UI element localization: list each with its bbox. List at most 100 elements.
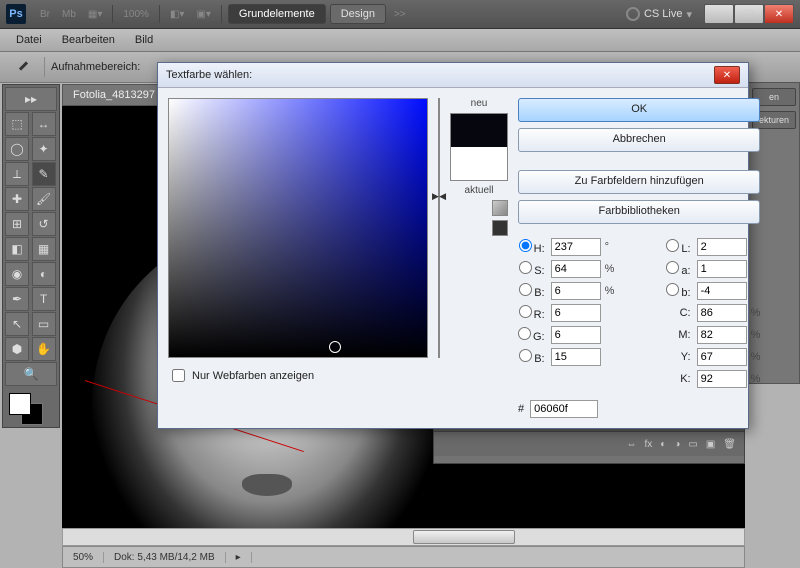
workspace-design[interactable]: Design <box>330 4 386 24</box>
color-value-fields: H:° L: S:% a: B:% b: R: C:% G: M:% B: Y:… <box>518 238 760 388</box>
input-k[interactable] <box>697 370 747 388</box>
cslive-icon <box>626 7 640 21</box>
input-y[interactable] <box>697 348 747 366</box>
mb-icon[interactable]: Mb <box>56 7 82 22</box>
input-l[interactable] <box>697 238 747 256</box>
eyedropper-icon <box>14 59 30 75</box>
tool-shape[interactable]: ▭ <box>32 312 56 336</box>
hex-label: # <box>518 403 524 415</box>
dialog-close-button[interactable]: ✕ <box>714 66 740 84</box>
radio-l[interactable] <box>666 239 679 252</box>
menu-bar: Datei Bearbeiten Bild <box>0 29 800 52</box>
input-s[interactable] <box>551 260 601 278</box>
document-tab[interactable]: Fotolia_4813297 <box>62 84 166 106</box>
tool-3d[interactable]: ⬢ <box>5 337 29 361</box>
window-minimize[interactable]: ─ <box>704 4 734 24</box>
radio-g[interactable] <box>518 327 531 340</box>
saturation-value-field[interactable] <box>168 98 428 358</box>
br-icon[interactable]: Br <box>34 7 56 22</box>
screen-mode-icon[interactable]: ◧▾ <box>164 7 190 22</box>
adjust-icon[interactable]: ◑ <box>674 439 680 450</box>
new-layer-icon[interactable]: ▣ <box>706 439 715 450</box>
fx-icon[interactable]: fx <box>645 439 653 450</box>
ok-button[interactable]: OK <box>518 98 760 122</box>
radio-bv[interactable] <box>519 283 532 296</box>
link-icon[interactable]: ⇔ <box>627 439 637 450</box>
input-bv[interactable] <box>551 282 601 300</box>
mask-icon[interactable]: ◐ <box>660 439 666 450</box>
options-label: Aufnahmebereich: <box>51 61 140 73</box>
tool-eraser[interactable]: ◧ <box>5 237 29 261</box>
color-swatches[interactable] <box>5 391 57 425</box>
cslive-label[interactable]: CS Live <box>644 8 683 20</box>
tool-eyedropper[interactable]: ✎ <box>32 162 56 186</box>
view-mode-icon[interactable]: ▣▾ <box>190 7 216 22</box>
tool-pen[interactable]: ✒ <box>5 287 29 311</box>
arrange-icon[interactable]: ▦▾ <box>82 7 108 22</box>
menu-bild[interactable]: Bild <box>125 32 163 48</box>
tool-lasso[interactable]: ◯ <box>5 137 29 161</box>
radio-a[interactable] <box>666 261 679 274</box>
tool-zoom[interactable]: 🔍 <box>5 362 57 386</box>
folder-icon[interactable]: ▭ <box>688 439 697 450</box>
add-swatch-button[interactable]: Zu Farbfeldern hinzufügen <box>518 170 760 194</box>
menu-datei[interactable]: Datei <box>6 32 52 48</box>
status-docsize: Dok: 5,43 MB/14,2 MB <box>104 552 226 563</box>
dialog-titlebar[interactable]: Textfarbe wählen: ✕ <box>158 63 748 88</box>
cancel-button[interactable]: Abbrechen <box>518 128 760 152</box>
window-close[interactable]: ✕ <box>764 4 794 24</box>
radio-b[interactable] <box>666 283 679 296</box>
tool-blur[interactable]: ◉ <box>5 262 29 286</box>
workspace-more[interactable]: >> <box>388 7 412 22</box>
tool-dodge[interactable]: ◐ <box>32 262 56 286</box>
tool-move[interactable]: ⬚ <box>5 112 29 136</box>
radio-s[interactable] <box>519 261 532 274</box>
web-colors-checkbox[interactable]: Nur Webfarben anzeigen <box>168 366 428 385</box>
radio-bb[interactable] <box>519 349 532 362</box>
workspace-grundelemente[interactable]: Grundelemente <box>228 4 326 24</box>
input-h[interactable] <box>551 238 601 256</box>
horizontal-scrollbar[interactable] <box>62 528 745 546</box>
status-zoom[interactable]: 50% <box>63 552 104 563</box>
tool-gradient[interactable]: ▦ <box>32 237 56 261</box>
toolbox-handle[interactable]: ▸▸ <box>5 87 57 111</box>
window-maximize[interactable]: ☐ <box>734 4 764 24</box>
menu-bearbeiten[interactable]: Bearbeiten <box>52 32 125 48</box>
input-bb[interactable] <box>551 348 601 366</box>
toolbox: ▸▸ ⬚↔ ◯✦ ⟂✎ ✚🖌 ⊞↺ ◧▦ ◉◐ ✒T ↖▭ ⬢✋ 🔍 <box>2 84 60 428</box>
tool-path[interactable]: ↖ <box>5 312 29 336</box>
tool-crop[interactable]: ⟂ <box>5 162 29 186</box>
input-b[interactable] <box>697 282 747 300</box>
tool-wand[interactable]: ✦ <box>32 137 56 161</box>
color-libraries-button[interactable]: Farbbibliotheken <box>518 200 760 224</box>
input-r[interactable] <box>551 304 601 322</box>
zoom-level[interactable]: 100% <box>117 7 155 22</box>
input-c[interactable] <box>697 304 747 322</box>
sv-marker[interactable] <box>329 341 341 353</box>
tool-heal[interactable]: ✚ <box>5 187 29 211</box>
input-hex[interactable] <box>530 400 598 418</box>
input-g[interactable] <box>551 326 601 344</box>
warning-swatch[interactable] <box>492 220 508 236</box>
tool-history[interactable]: ↺ <box>32 212 56 236</box>
label-aktuell: aktuell <box>450 185 508 196</box>
color-preview <box>450 113 508 181</box>
radio-h[interactable] <box>519 239 532 252</box>
photoshop-logo: Ps <box>6 4 26 24</box>
tool-move-arrow[interactable]: ↔ <box>32 112 56 136</box>
app-titlebar: Ps Br Mb ▦▾ 100% ◧▾ ▣▾ Grundelemente Des… <box>0 0 800 29</box>
tool-type[interactable]: T <box>32 287 56 311</box>
trash-icon[interactable]: 🗑 <box>723 439 736 450</box>
input-m[interactable] <box>697 326 747 344</box>
radio-r[interactable] <box>519 305 532 318</box>
status-expand[interactable]: ▸ <box>226 552 252 563</box>
hue-strip[interactable]: ▶◀ <box>438 98 440 358</box>
status-bar: 50% Dok: 5,43 MB/14,2 MB ▸ <box>62 546 745 568</box>
input-a[interactable] <box>697 260 747 278</box>
color-picker-dialog: Textfarbe wählen: ✕ Nur Webfarben anzeig… <box>157 62 749 429</box>
tool-stamp[interactable]: ⊞ <box>5 212 29 236</box>
tool-brush[interactable]: 🖌 <box>32 187 56 211</box>
label-neu: neu <box>450 98 508 109</box>
cube-icon[interactable] <box>492 200 508 216</box>
tool-hand[interactable]: ✋ <box>32 337 56 361</box>
